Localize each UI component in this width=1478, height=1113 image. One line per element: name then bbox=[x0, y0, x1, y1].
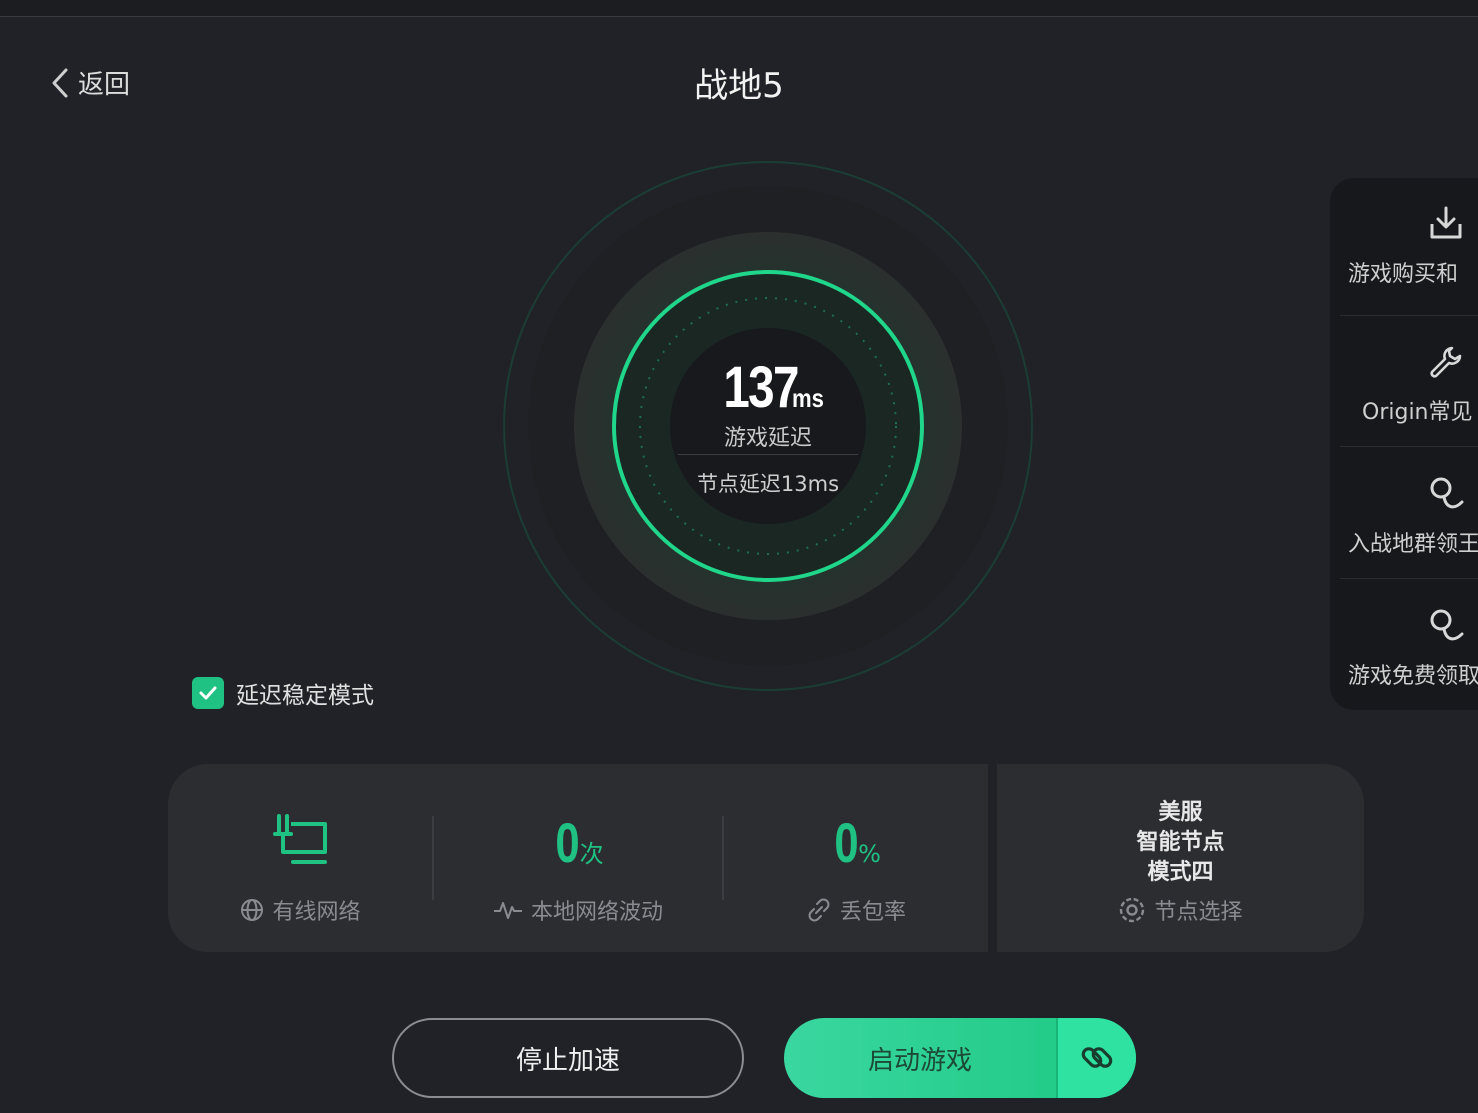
latency-unit: ms bbox=[791, 383, 824, 413]
link-button[interactable] bbox=[1056, 1018, 1136, 1098]
fluctuation-unit: 次 bbox=[579, 840, 604, 868]
stats-panel: 有线网络 0次 本地网络波动 0% 丢包率 美服 智能节点 模式四 节点选择 bbox=[168, 764, 1364, 952]
accelerator-window: 返回 战地5 137ms 游戏延迟 节点延迟13ms 游戏购买和 Origin常… bbox=[0, 0, 1478, 1113]
title-bar bbox=[0, 0, 1478, 17]
packet-loss-value: 0 bbox=[834, 811, 859, 874]
packet-loss-unit: % bbox=[858, 840, 881, 868]
side-item-origin-faq[interactable]: Origin常见 bbox=[1330, 316, 1478, 448]
node-select-button[interactable]: 美服 智能节点 模式四 节点选择 bbox=[997, 764, 1364, 952]
latency-value: 137ms bbox=[500, 354, 1036, 421]
latency-number: 137 bbox=[723, 355, 799, 420]
side-item-label: 入战地群领王 bbox=[1348, 532, 1478, 557]
pulse-icon bbox=[493, 902, 522, 919]
node-name: 智能节点 bbox=[1136, 830, 1225, 855]
gear-icon bbox=[1120, 897, 1145, 923]
wrench-icon bbox=[1430, 346, 1462, 378]
launch-game-button[interactable]: 启动游戏 bbox=[784, 1018, 1136, 1098]
broken-link-icon bbox=[808, 898, 830, 922]
network-label: 有线网络 bbox=[272, 900, 361, 925]
stable-mode-checkbox[interactable]: 延迟稳定模式 bbox=[192, 676, 374, 710]
stable-mode-label: 延迟稳定模式 bbox=[236, 683, 374, 709]
side-panel: 游戏购买和 Origin常见 入战地群领王 游戏免费领取 bbox=[1330, 178, 1478, 710]
side-item-join-group[interactable]: 入战地群领王 bbox=[1330, 448, 1478, 580]
download-icon bbox=[1430, 206, 1462, 239]
fluctuation-value: 0 bbox=[555, 811, 581, 874]
latency-label: 游戏延迟 bbox=[723, 426, 812, 451]
launch-game-label[interactable]: 启动游戏 bbox=[784, 1018, 1056, 1098]
stop-acceleration-button[interactable]: 停止加速 bbox=[392, 1018, 744, 1098]
globe-icon bbox=[241, 899, 264, 921]
node-latency: 节点延迟13ms bbox=[696, 472, 840, 496]
network-fluctuation: 0次 本地网络波动 bbox=[434, 764, 722, 952]
page-title: 战地5 bbox=[694, 66, 784, 106]
latency-dial: 137ms 游戏延迟 节点延迟13ms bbox=[500, 158, 1036, 694]
side-item-label: Origin常见 bbox=[1362, 400, 1473, 425]
packet-loss: 0% 丢包率 bbox=[724, 764, 988, 952]
divider bbox=[678, 454, 858, 455]
node-region: 美服 bbox=[1158, 800, 1203, 825]
ethernet-icon bbox=[272, 814, 327, 864]
side-item-free-game[interactable]: 游戏免费领取 bbox=[1330, 580, 1478, 710]
network-type: 有线网络 bbox=[168, 764, 433, 952]
side-item-label: 游戏购买和 bbox=[1348, 262, 1459, 287]
side-item-purchase[interactable]: 游戏购买和 bbox=[1330, 178, 1478, 310]
link-icon bbox=[1081, 1047, 1113, 1068]
node-select-label: 节点选择 bbox=[1154, 900, 1243, 925]
checkbox-checked-icon[interactable] bbox=[192, 677, 224, 709]
side-item-label: 游戏免费领取 bbox=[1348, 664, 1478, 689]
fluctuation-label: 本地网络波动 bbox=[530, 900, 663, 925]
gift-icon bbox=[1430, 609, 1464, 641]
gift-icon bbox=[1430, 477, 1464, 509]
packet-loss-label: 丢包率 bbox=[839, 900, 906, 925]
node-mode: 模式四 bbox=[1147, 860, 1214, 885]
